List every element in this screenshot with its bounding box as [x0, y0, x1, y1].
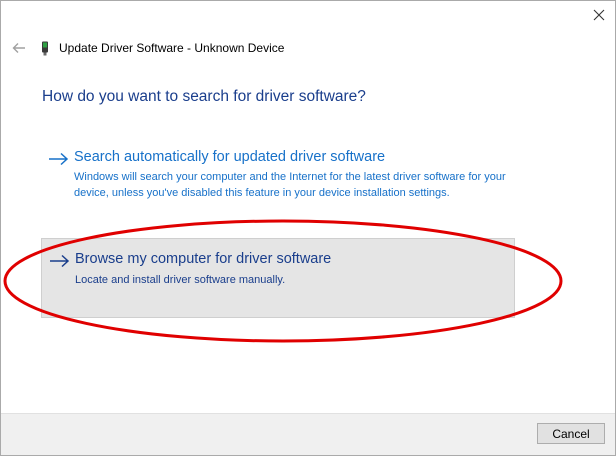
device-icon — [41, 40, 51, 56]
arrow-right-icon — [50, 254, 70, 268]
option-description: Locate and install driver software manua… — [75, 274, 286, 286]
option-title: Search automatically for updated driver … — [74, 149, 386, 165]
back-arrow-icon — [12, 43, 25, 53]
close-icon — [593, 9, 605, 21]
arrow-right-icon — [49, 152, 69, 166]
cancel-button[interactable]: Cancel — [537, 423, 605, 444]
red-ellipse-annotation — [3, 219, 563, 343]
dialog-footer: Cancel — [1, 413, 615, 455]
page-heading: How do you want to search for driver sof… — [42, 88, 366, 105]
option-description: Windows will search your computer and th… — [74, 171, 506, 199]
dialog-header: Update Driver Software - Unknown Device — [11, 37, 284, 59]
option-title: Browse my computer for driver software — [75, 251, 332, 267]
browse-computer-option[interactable]: Browse my computer for driver software L… — [41, 238, 515, 318]
update-driver-dialog: Update Driver Software - Unknown Device … — [0, 0, 616, 456]
close-button[interactable] — [588, 4, 610, 26]
search-automatically-option[interactable]: Search automatically for updated driver … — [41, 145, 515, 221]
back-button[interactable] — [11, 40, 27, 56]
window-title: Update Driver Software - Unknown Device — [59, 41, 285, 55]
